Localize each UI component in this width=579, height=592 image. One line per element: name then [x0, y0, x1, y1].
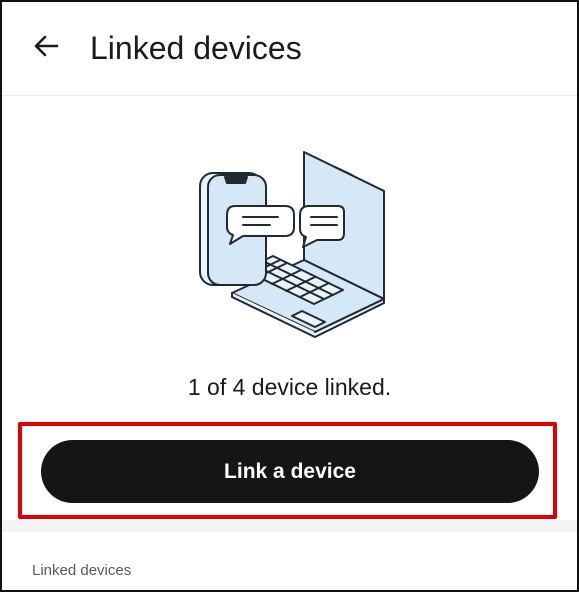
screen: Linked devices 1 of 4 device linked. Lin…	[0, 0, 579, 592]
phone-laptop-chat-illustration	[187, 147, 392, 342]
back-button[interactable]	[26, 29, 66, 69]
link-a-device-button[interactable]: Link a device	[41, 440, 539, 503]
section-divider	[2, 520, 577, 532]
linked-device-count: 1 of 4 device linked.	[187, 374, 392, 400]
page-title: Linked devices	[90, 30, 302, 66]
section-header-linked-devices: Linked devices	[32, 562, 132, 579]
app-bar: Linked devices	[2, 2, 577, 96]
arrow-left-icon	[32, 32, 60, 65]
